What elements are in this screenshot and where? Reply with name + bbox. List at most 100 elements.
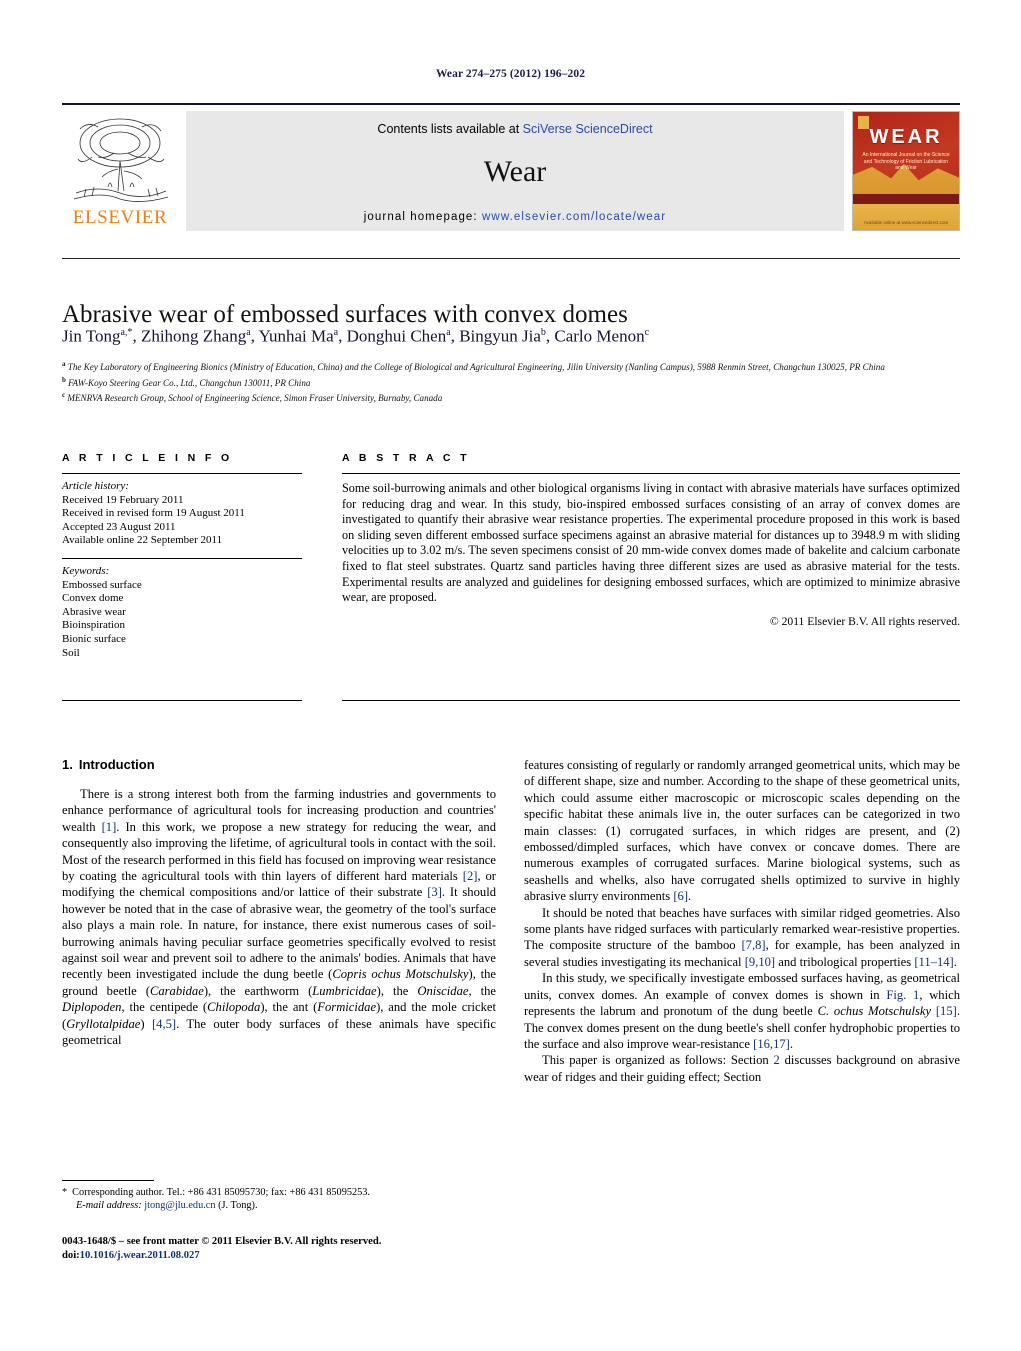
contents-prefix: Contents lists available at bbox=[377, 122, 523, 136]
body-paragraph: This paper is organized as follows: Sect… bbox=[524, 1053, 960, 1084]
footnote-divider bbox=[62, 1180, 154, 1181]
taxon-name: Copris ochus Motschulsky bbox=[332, 967, 469, 982]
email-link[interactable]: jtong@jlu.edu.cn bbox=[144, 1200, 215, 1211]
author-name: Donghui Chen bbox=[346, 326, 447, 346]
taxon-name: Diplopoden bbox=[62, 1000, 122, 1015]
homepage-label: journal homepage: bbox=[363, 211, 478, 223]
article-history-items: Received 19 February 2011 Received in rev… bbox=[62, 494, 302, 548]
title-divider bbox=[62, 258, 960, 259]
article-history-label: Article history: bbox=[62, 480, 129, 492]
section-ref[interactable]: 2 bbox=[774, 1053, 780, 1067]
author-affiliation-marker: a bbox=[446, 327, 451, 338]
taxon-name: Chilopoda bbox=[207, 1000, 261, 1015]
body-column-left: 1. Introduction There is a strong interes… bbox=[62, 757, 496, 1049]
front-matter-line: 0043-1648/$ – see front matter © 2011 El… bbox=[62, 1236, 382, 1247]
affiliation-item: c MENRVA Research Group, School of Engin… bbox=[62, 391, 443, 404]
paper-page: Wear 274–275 (2012) 196–202 ELSEVIER Con… bbox=[0, 0, 1021, 1351]
affiliation-item: a The Key Laboratory of Engineering Bion… bbox=[62, 360, 885, 373]
cover-footer: Available online at www.sciencedirect.co… bbox=[863, 220, 949, 225]
abstract-bottom-rule bbox=[342, 700, 960, 701]
homepage-url-link[interactable]: www.elsevier.com/locate/wear bbox=[482, 211, 666, 223]
section-title: Introduction bbox=[78, 757, 155, 772]
author-name: Yunhai Ma bbox=[258, 326, 334, 346]
section-number: 1. bbox=[62, 757, 73, 772]
figure-ref[interactable]: Fig. 1 bbox=[886, 988, 919, 1002]
author-affiliation-marker: a bbox=[246, 327, 251, 338]
article-history-block: Article history: Received 19 February 20… bbox=[62, 474, 302, 548]
citation-ref[interactable]: [1] bbox=[102, 820, 117, 834]
author-list: Jin Tonga,*, Zhihong Zhanga, Yunhai Maa,… bbox=[62, 326, 650, 346]
author-affiliation-marker: a bbox=[333, 327, 339, 338]
article-history-item: Available online 22 September 2011 bbox=[62, 534, 223, 547]
abstract-heading: A B S T R A C T bbox=[342, 452, 470, 464]
author-name: Carlo Menon bbox=[554, 326, 645, 346]
keyword-items: Embossed surface Convex dome Abrasive wear… bbox=[62, 579, 302, 661]
keyword-item: Bioinspiration bbox=[62, 619, 125, 632]
journal-homepage-line: journal homepage: www.elsevier.com/locat… bbox=[186, 211, 844, 223]
running-head: Wear 274–275 (2012) 196–202 bbox=[435, 68, 586, 80]
citation-ref[interactable]: [6] bbox=[673, 889, 688, 903]
keyword-item: Abrasive wear bbox=[62, 605, 126, 618]
citation-ref[interactable]: [11–14] bbox=[914, 955, 953, 969]
abstract-copyright: © 2011 Elsevier B.V. All rights reserved… bbox=[769, 614, 960, 628]
body-paragraph: It should be noted that beaches have sur… bbox=[524, 905, 960, 969]
keywords-label: Keywords: bbox=[62, 564, 110, 577]
article-history-item: Received 19 February 2011 bbox=[62, 493, 184, 506]
imprint-block: 0043-1648/$ – see front matter © 2011 El… bbox=[62, 1235, 542, 1263]
cover-title: WEAR bbox=[869, 126, 943, 148]
body-paragraph: features consisting of regularly or rand… bbox=[524, 758, 960, 904]
doi-line: doi:10.1016/j.wear.2011.08.027 bbox=[62, 1249, 542, 1263]
body-paragraph: There is a strong interest both from the… bbox=[62, 787, 497, 1048]
article-history-item: Accepted 23 August 2011 bbox=[62, 520, 176, 533]
footnote-block: * Corresponding author. Tel.: +86 431 850… bbox=[62, 1186, 496, 1212]
keyword-item: Bionic surface bbox=[62, 632, 126, 645]
author-affiliation-marker: a,* bbox=[120, 327, 133, 338]
keyword-item: Convex dome bbox=[62, 592, 124, 605]
info-bottom-rule bbox=[62, 700, 302, 701]
doi-link[interactable]: 10.1016/j.wear.2011.08.027 bbox=[80, 1250, 200, 1261]
article-history-item: Received in revised form 19 August 2011 bbox=[62, 507, 245, 520]
affiliation-item: b FAW-Koyo Steering Gear Co., Ltd., Chan… bbox=[62, 375, 311, 388]
article-info-column: A R T I C L E I N F O Article history: R… bbox=[62, 452, 302, 660]
body-column-right: features consisting of regularly or rand… bbox=[524, 757, 960, 1085]
citation-ref[interactable]: [16,17] bbox=[753, 1037, 790, 1051]
body-paragraph: In this study, we specifically investiga… bbox=[524, 971, 960, 1051]
journal-masthead: ELSEVIER Contents lists available at Sci… bbox=[62, 103, 960, 233]
journal-banner: Contents lists available at SciVerse Sci… bbox=[186, 111, 844, 231]
article-info-heading: A R T I C L E I N F O bbox=[62, 452, 233, 464]
abstract-column: A B S T R A C T Some soil-burrowing anim… bbox=[342, 452, 960, 628]
taxon-name: Gryllotalpidae bbox=[66, 1016, 141, 1031]
elsevier-wordmark: ELSEVIER bbox=[72, 207, 168, 228]
email-note: E-mail address: jtong@jlu.edu.cn (J. Ton… bbox=[62, 1199, 496, 1212]
keywords-block: Keywords: Embossed surface Convex dome Abr… bbox=[62, 559, 302, 660]
cover-subtitle: An International Journal on the Science … bbox=[862, 152, 950, 171]
corresponding-author-note: * Corresponding author. Tel.: +86 431 850… bbox=[62, 1186, 496, 1199]
elsevier-tree-icon bbox=[73, 118, 169, 202]
elsevier-logo: ELSEVIER bbox=[62, 111, 180, 231]
journal-title: Wear bbox=[483, 155, 547, 188]
abstract-text: Some soil-burrowing animals and other bi… bbox=[342, 481, 960, 605]
author-name: Bingyun Jia bbox=[459, 326, 541, 346]
author-affiliation-marker: c bbox=[644, 327, 650, 338]
citation-ref[interactable]: [4,5] bbox=[152, 1017, 176, 1031]
contents-list-line: Contents lists available at SciVerse Sci… bbox=[186, 122, 844, 136]
citation-ref[interactable]: [7,8] bbox=[741, 938, 765, 952]
sciencedirect-link[interactable]: SciVerse ScienceDirect bbox=[523, 122, 653, 136]
section-heading-introduction: 1. Introduction bbox=[62, 757, 496, 772]
citation-ref[interactable]: [9,10] bbox=[745, 955, 775, 969]
corresponding-author-text: Corresponding author. Tel.: +86 431 8509… bbox=[72, 1187, 371, 1198]
taxon-name: Formicidae bbox=[317, 1000, 377, 1015]
citation-ref[interactable]: [2] bbox=[463, 869, 478, 883]
email-owner: (J. Tong). bbox=[218, 1200, 258, 1211]
taxon-name: Carabidae bbox=[149, 983, 204, 998]
citation-ref[interactable]: [3] bbox=[427, 885, 442, 899]
author-affiliation-marker: b bbox=[540, 327, 546, 338]
keyword-item: Soil bbox=[62, 646, 80, 659]
taxon-name: C. ochus Motschulsky bbox=[817, 1004, 932, 1019]
taxon-name: Lumbricidae bbox=[312, 983, 377, 998]
keyword-item: Embossed surface bbox=[62, 578, 142, 591]
author-name: Jin Tong bbox=[62, 326, 121, 346]
taxon-name: Oniscidae bbox=[417, 983, 469, 998]
citation-ref[interactable]: [15] bbox=[936, 1004, 957, 1018]
affiliation-list: a The Key Laboratory of Engineering Bion… bbox=[62, 358, 960, 405]
